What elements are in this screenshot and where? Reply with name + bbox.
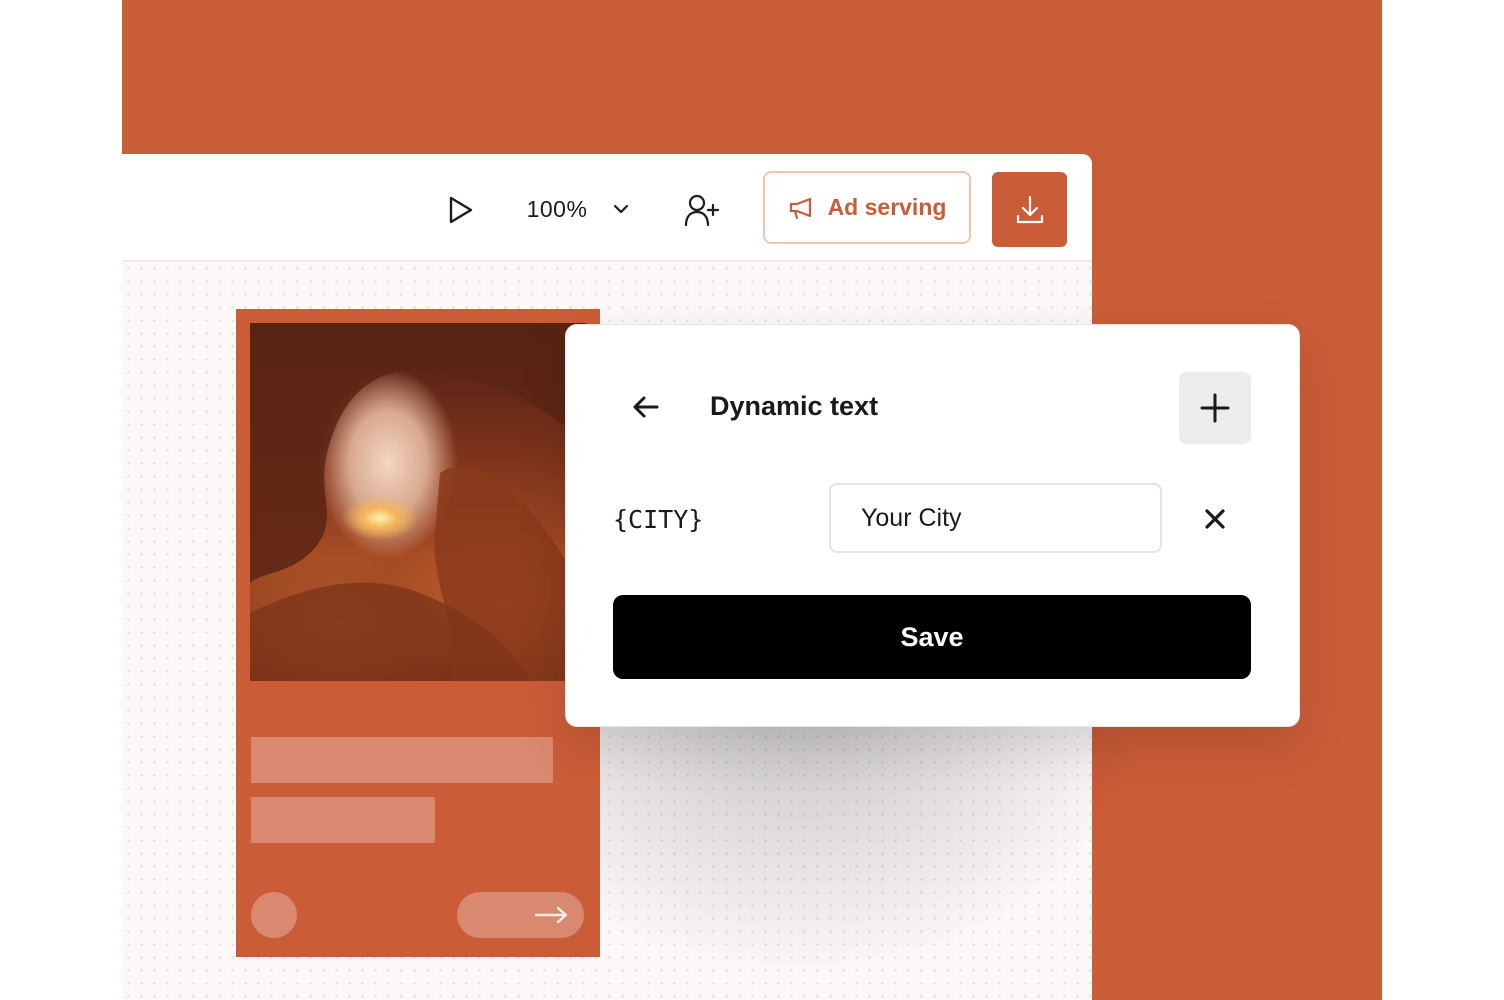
megaphone-icon bbox=[789, 197, 811, 219]
arrow-left-icon bbox=[633, 396, 659, 418]
remove-variable-button[interactable] bbox=[1201, 505, 1229, 533]
plus-icon bbox=[1200, 393, 1230, 423]
ad-preview-card[interactable] bbox=[236, 309, 600, 957]
user-plus-icon bbox=[684, 194, 720, 227]
download-button[interactable] bbox=[992, 172, 1067, 247]
ad-serving-label: Ad serving bbox=[827, 194, 947, 220]
dynamic-text-panel: Dynamic text {CITY} Save bbox=[565, 324, 1300, 727]
play-button[interactable] bbox=[440, 190, 482, 230]
play-icon bbox=[449, 196, 473, 224]
zoom-value: 100% bbox=[526, 195, 588, 222]
panel-title: Dynamic text bbox=[710, 391, 879, 421]
back-button[interactable] bbox=[632, 389, 660, 425]
arrow-right-icon bbox=[534, 906, 568, 924]
toolbar: 100% Ad serving bbox=[122, 154, 1092, 262]
canyon-arch-sunset-photo bbox=[250, 323, 586, 681]
chevron-down-icon bbox=[614, 204, 629, 214]
variable-value-input[interactable] bbox=[829, 483, 1162, 553]
ad-serving-button[interactable]: Ad serving bbox=[763, 171, 971, 244]
canyon-rock-shapes bbox=[250, 323, 586, 681]
ad-headline-placeholder bbox=[251, 737, 553, 783]
add-variable-button[interactable] bbox=[1179, 372, 1251, 444]
zoom-dropdown[interactable]: 100% bbox=[518, 188, 638, 230]
download-icon bbox=[1016, 195, 1043, 223]
close-icon bbox=[1205, 509, 1225, 529]
ad-logo-placeholder bbox=[251, 892, 297, 938]
ad-cta-placeholder bbox=[457, 892, 584, 938]
share-button[interactable] bbox=[682, 190, 722, 230]
ad-subheadline-placeholder bbox=[251, 797, 435, 843]
save-button[interactable]: Save bbox=[613, 595, 1251, 679]
variable-key: {CITY} bbox=[613, 505, 704, 534]
